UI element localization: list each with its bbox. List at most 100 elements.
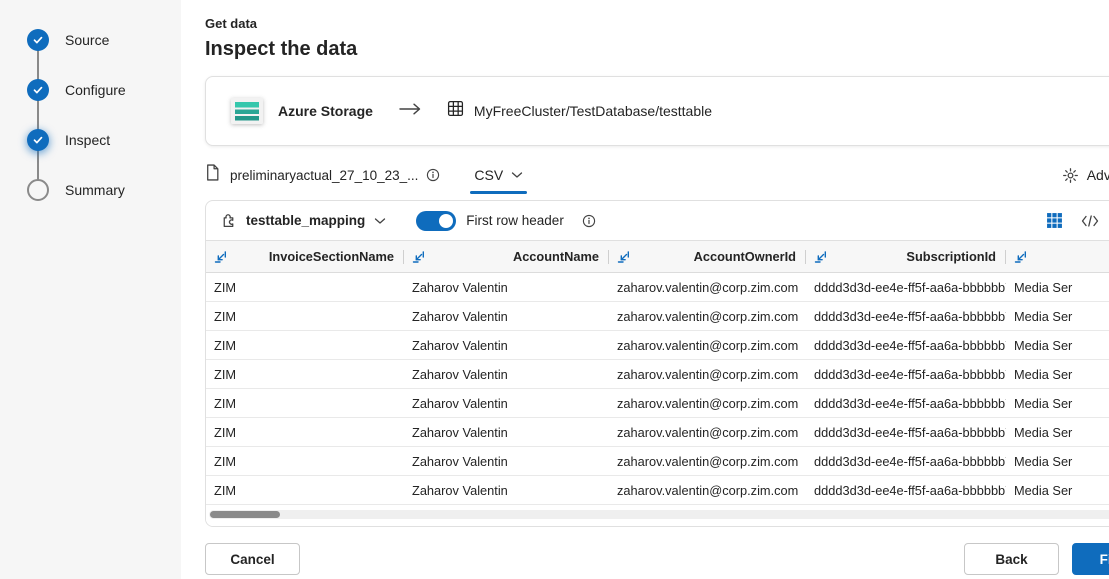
step-label: Summary xyxy=(65,182,125,198)
table-row: ZIM Zaharov Valentin zaharov.valentin@co… xyxy=(206,360,1109,389)
table-cell: ZIM xyxy=(206,302,404,330)
toggle-knob xyxy=(439,214,453,228)
chevron-down-icon xyxy=(511,171,523,179)
info-icon[interactable] xyxy=(582,214,596,228)
column-type-icon xyxy=(814,250,828,264)
get-data-dialog: Source Configure Inspect Summary Get dat… xyxy=(0,0,1109,579)
table-cell: dddd3d3d-ee4e-ff5f-aa6a-bbbbbb7... xyxy=(806,273,1006,301)
format-label: CSV xyxy=(474,167,503,183)
titlebar: Get data Inspect the data xyxy=(205,0,1109,61)
first-row-header-toggle[interactable] xyxy=(416,211,456,231)
column-type-icon xyxy=(214,250,228,264)
source-destination-card: Azure Storage MyFreeCluster/TestDatabase… xyxy=(205,76,1109,146)
table-icon xyxy=(447,100,464,122)
finish-button[interactable]: Finish xyxy=(1072,543,1109,575)
grid-view-icon[interactable] xyxy=(1043,210,1065,232)
table-cell: dddd3d3d-ee4e-ff5f-aa6a-bbbbbb7... xyxy=(806,418,1006,446)
step-label: Inspect xyxy=(65,132,110,148)
step-complete-check-icon xyxy=(27,79,49,101)
wizard-stepper-sidebar: Source Configure Inspect Summary xyxy=(0,0,181,579)
horizontal-scrollbar-track[interactable] xyxy=(209,510,1109,519)
grid-toolbar: testtable_mapping First row header xyxy=(206,201,1109,241)
table-cell: ZIM xyxy=(206,331,404,359)
azure-storage-icon xyxy=(230,94,264,128)
column-label: AccountOwnerId xyxy=(694,249,796,264)
advanced-label: Advanced xyxy=(1087,167,1109,183)
table-cell: Zaharov Valentin xyxy=(404,447,609,475)
table-cell: Zaharov Valentin xyxy=(404,476,609,504)
stepper-connector-line xyxy=(37,41,39,190)
table-cell: zaharov.valentin@corp.zim.com xyxy=(609,447,806,475)
column-type-icon xyxy=(617,250,631,264)
column-header-accountownerid[interactable]: AccountOwnerId xyxy=(609,241,806,272)
table-cell: ZIM xyxy=(206,476,404,504)
cancel-button[interactable]: Cancel xyxy=(205,543,300,575)
stepper-item-summary[interactable]: Summary xyxy=(27,179,125,201)
table-row: ZIM Zaharov Valentin zaharov.valentin@co… xyxy=(206,447,1109,476)
column-label: InvoiceSectionName xyxy=(269,249,394,264)
format-selector-csv[interactable]: CSV xyxy=(470,158,527,192)
horizontal-scrollbar-thumb[interactable] xyxy=(210,511,280,518)
table-cell: ZIM xyxy=(206,389,404,417)
column-label: SubscriptionId xyxy=(906,249,996,264)
table-cell: zaharov.valentin@corp.zim.com xyxy=(609,331,806,359)
table-cell: Zaharov Valentin xyxy=(404,331,609,359)
table-cell: dddd3d3d-ee4e-ff5f-aa6a-bbbbbb7... xyxy=(806,389,1006,417)
table-cell: Media Ser xyxy=(1006,389,1109,417)
table-cell: dddd3d3d-ee4e-ff5f-aa6a-bbbbbb7... xyxy=(806,331,1006,359)
data-preview-card: testtable_mapping First row header xyxy=(205,200,1109,527)
file-format-bar: preliminaryactual_27_10_23_... CSV Advan… xyxy=(205,156,1109,194)
info-icon[interactable] xyxy=(426,168,440,182)
table-cell: Zaharov Valentin xyxy=(404,273,609,301)
table-row: ZIM Zaharov Valentin zaharov.valentin@co… xyxy=(206,273,1109,302)
column-header-partial[interactable] xyxy=(1006,241,1109,272)
column-header-subscriptionid[interactable]: SubscriptionId xyxy=(806,241,1006,272)
step-label: Configure xyxy=(65,82,126,98)
data-grid: InvoiceSectionName AccountName AccountOw… xyxy=(206,241,1109,505)
mapping-selector[interactable]: testtable_mapping xyxy=(220,212,386,229)
arrow-right-icon xyxy=(399,102,421,121)
step-complete-check-icon xyxy=(27,29,49,51)
wizard-title: Get data xyxy=(205,16,1109,31)
table-cell: zaharov.valentin@corp.zim.com xyxy=(609,302,806,330)
file-name: preliminaryactual_27_10_23_... xyxy=(230,168,418,183)
table-cell: Media Ser xyxy=(1006,273,1109,301)
column-header-accountname[interactable]: AccountName xyxy=(404,241,609,272)
table-cell: ZIM xyxy=(206,447,404,475)
source-name: Azure Storage xyxy=(278,103,373,119)
gear-icon xyxy=(1062,167,1079,184)
stepper-item-source[interactable]: Source xyxy=(27,29,109,51)
table-cell: Zaharov Valentin xyxy=(404,360,609,388)
advanced-menu-button[interactable]: Advanced xyxy=(1062,167,1109,184)
step-current-check-icon xyxy=(27,129,49,151)
table-cell: zaharov.valentin@corp.zim.com xyxy=(609,273,806,301)
stepper-item-inspect[interactable]: Inspect xyxy=(27,129,110,151)
table-cell: dddd3d3d-ee4e-ff5f-aa6a-bbbbbb7... xyxy=(806,360,1006,388)
table-cell: Media Ser xyxy=(1006,360,1109,388)
column-header-invoicesectionname[interactable]: InvoiceSectionName xyxy=(206,241,404,272)
table-cell: zaharov.valentin@corp.zim.com xyxy=(609,418,806,446)
table-cell: Media Ser xyxy=(1006,302,1109,330)
table-row: ZIM Zaharov Valentin zaharov.valentin@co… xyxy=(206,476,1109,505)
dialog-footer: Cancel Back Finish xyxy=(205,543,1109,575)
active-tab-underline xyxy=(470,191,527,194)
column-type-icon xyxy=(1014,250,1028,264)
expand-icon[interactable] xyxy=(1105,22,1109,42)
table-cell: Media Ser xyxy=(1006,418,1109,446)
table-cell: Media Ser xyxy=(1006,331,1109,359)
table-cell: Media Ser xyxy=(1006,476,1109,504)
table-cell: zaharov.valentin@corp.zim.com xyxy=(609,360,806,388)
column-type-icon xyxy=(412,250,426,264)
table-row: ZIM Zaharov Valentin zaharov.valentin@co… xyxy=(206,302,1109,331)
table-cell: ZIM xyxy=(206,360,404,388)
table-row: ZIM Zaharov Valentin zaharov.valentin@co… xyxy=(206,331,1109,360)
destination-path: MyFreeCluster/TestDatabase/testtable xyxy=(474,103,712,119)
horizontal-scrollbar[interactable] xyxy=(206,505,1109,526)
table-row: ZIM Zaharov Valentin zaharov.valentin@co… xyxy=(206,389,1109,418)
stepper-item-configure[interactable]: Configure xyxy=(27,79,126,101)
page-title: Inspect the data xyxy=(205,38,1109,61)
back-button[interactable]: Back xyxy=(964,543,1059,575)
code-view-icon[interactable] xyxy=(1079,210,1101,232)
chevron-down-icon xyxy=(374,217,386,225)
table-cell: Zaharov Valentin xyxy=(404,389,609,417)
